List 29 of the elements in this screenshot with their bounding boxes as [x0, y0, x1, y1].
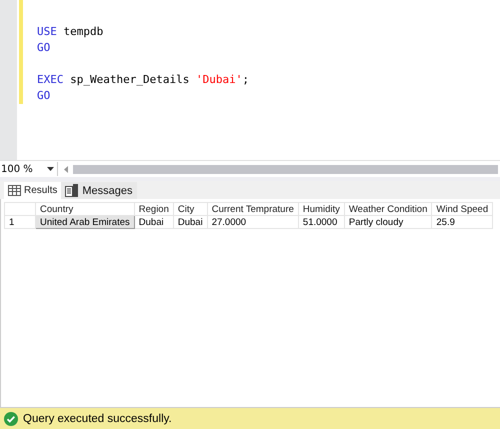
- results-tab[interactable]: Results: [4, 182, 62, 199]
- grid-icon: [8, 185, 21, 196]
- table-cell[interactable]: 51.0000: [298, 216, 344, 228]
- table-cell[interactable]: 27.0000: [207, 216, 298, 228]
- column-header[interactable]: Country: [36, 202, 134, 216]
- row-number: 1: [4, 216, 36, 228]
- zoom-dropdown[interactable]: 100 %: [0, 162, 58, 176]
- column-header[interactable]: Wind Speed: [432, 202, 493, 216]
- document-icon: [65, 184, 80, 197]
- status-message: Query executed successfully.: [23, 412, 172, 424]
- table-cell[interactable]: Dubai: [134, 216, 174, 228]
- success-check-icon: [4, 412, 18, 426]
- column-header[interactable]: Region: [134, 202, 174, 216]
- column-header[interactable]: City: [173, 202, 208, 216]
- column-header[interactable]: Weather Condition: [344, 202, 432, 216]
- horizontal-scrollbar[interactable]: [73, 164, 498, 174]
- code-line: GO: [37, 41, 50, 54]
- messages-tab[interactable]: Messages: [61, 182, 136, 199]
- scroll-left-icon[interactable]: [64, 166, 68, 172]
- table-cell[interactable]: Partly cloudy: [344, 216, 432, 228]
- code-line: EXEC sp_Weather_Details 'Dubai';: [37, 73, 249, 86]
- code-line: GO: [37, 89, 50, 102]
- column-header[interactable]: Humidity: [298, 202, 344, 216]
- column-header[interactable]: Current Temprature: [207, 202, 298, 216]
- caret-icon: [47, 167, 54, 171]
- table-cell[interactable]: United Arab Emirates: [36, 216, 134, 228]
- code-line: USE tempdb: [37, 25, 104, 38]
- table-cell[interactable]: 25.9: [432, 216, 493, 228]
- table-cell[interactable]: Dubai: [173, 216, 208, 228]
